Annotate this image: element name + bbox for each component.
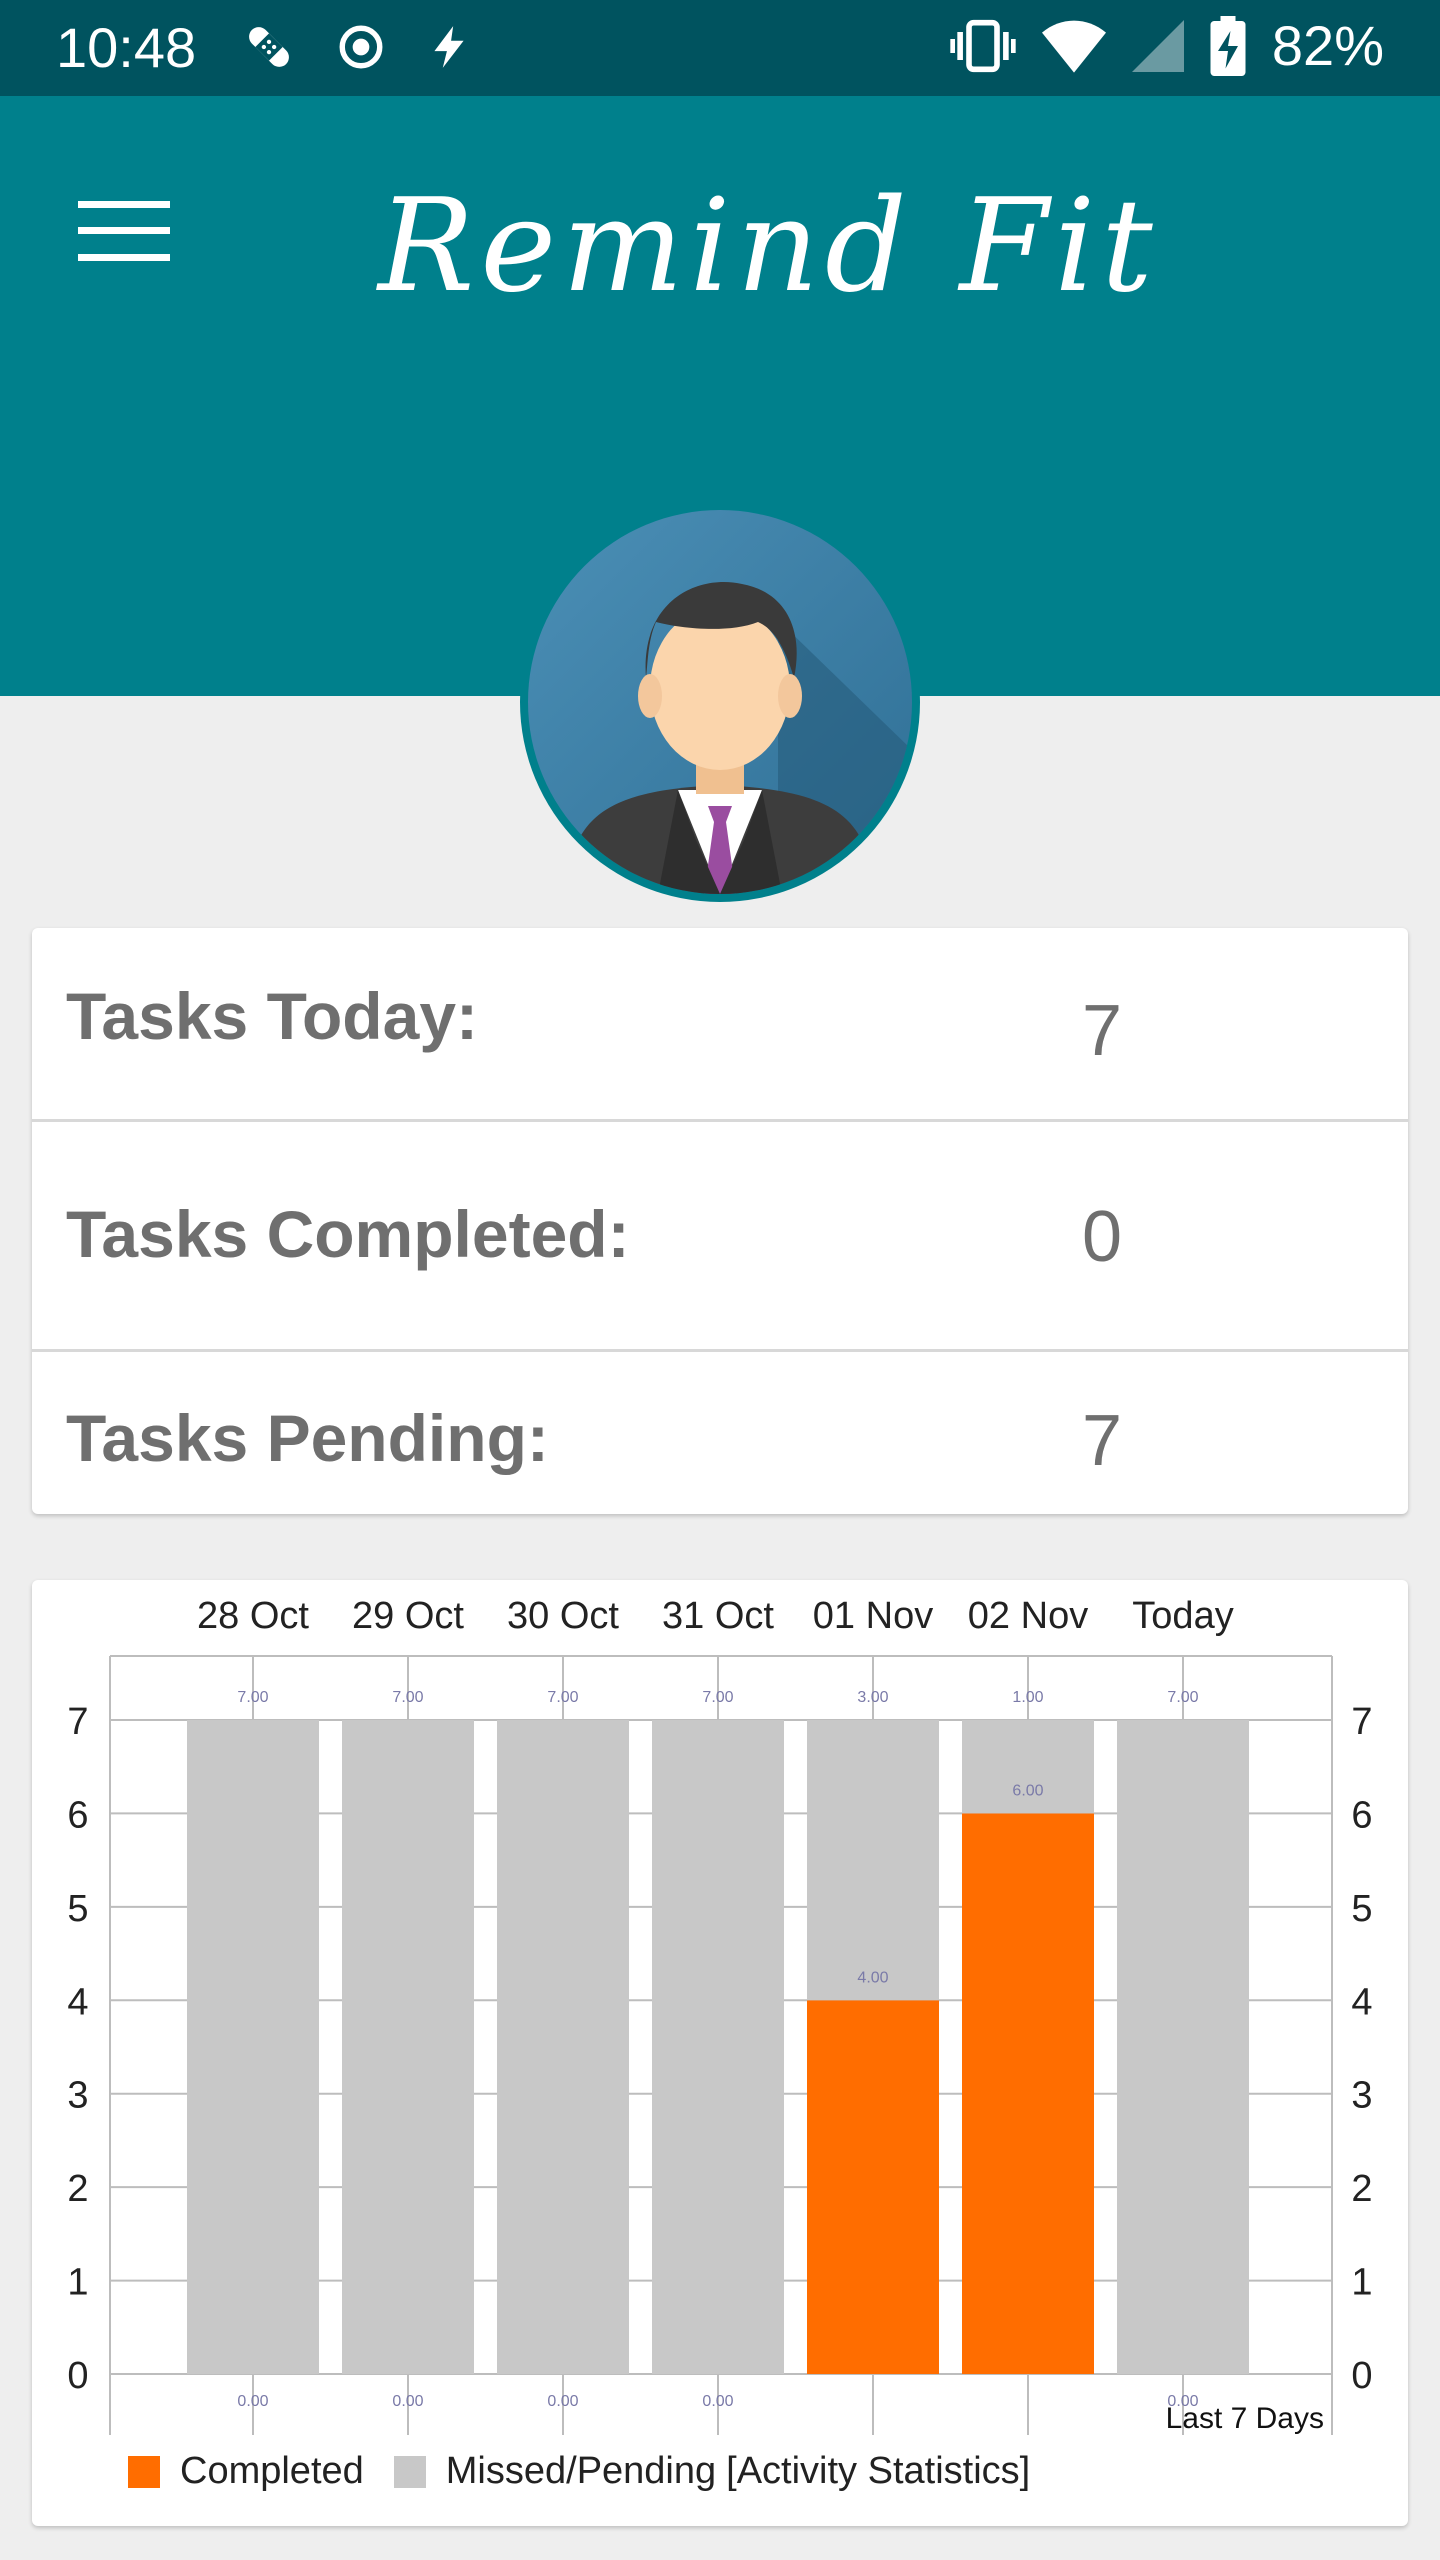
activity-chart-card[interactable]: 0 0 1 1 2 2 3 3 4 4 5 5 6 6 7 7 0.00 7.00 28 Oct 0.00 7.00 29… [32,1580,1408,2526]
y-tick-label-right: 0 [1351,2355,1372,2397]
chart-description: Last 7 Days [1166,2402,1324,2435]
tasks-pending-value: 7 [1081,1401,1123,1481]
y-tick-label-left: 4 [67,1981,88,2023]
bar-missed [497,1720,629,2374]
bar-value-label-missed: 7.00 [392,1689,423,1706]
y-tick-label-left: 2 [67,2168,88,2210]
bar-value-label-missed: 7.00 [547,1689,578,1706]
legend-label-missed: Missed/Pending [445,2450,717,2492]
notification-icons [240,18,474,76]
wifi-icon [1041,20,1106,73]
tasks-today-label: Tasks Today: [66,979,479,1053]
y-tick-label-left: 5 [67,1888,88,1930]
y-tick-label-right: 6 [1351,1794,1372,1836]
bar-missed [1117,1720,1249,2374]
bar-completed [807,2000,939,2374]
battery-charging-icon [1210,16,1246,76]
tasks-completed-label: Tasks Completed: [66,1197,630,1271]
bar-value-label-missed: 7.00 [702,1689,733,1706]
x-tick-label: Today [1132,1595,1233,1637]
bar-value-label-missed: 3.00 [857,1689,888,1706]
bandage-icon [249,27,289,67]
y-tick-label-right: 7 [1351,1701,1372,1743]
bar-completed [962,1813,1094,2374]
activity-bar-chart[interactable]: 0 0 1 1 2 2 3 3 4 4 5 5 6 6 7 7 0.00 7.00 28 Oct 0.00 7.00 29… [32,1580,1408,2526]
x-tick-label: 28 Oct [197,1595,309,1637]
bar-value-label-completed: 0.00 [547,2393,578,2410]
bar-missed [652,1720,784,2374]
y-tick-label-right: 2 [1351,2168,1372,2210]
status-time: 10:48 [56,16,197,79]
chart-legend: Completed Missed/Pending [Activity Stati… [128,2450,1060,2493]
flash-icon [434,26,464,68]
battery-percent: 82% [1271,14,1384,77]
bar-value-label-missed: 7.00 [237,1689,268,1706]
y-tick-label-right: 1 [1351,2262,1372,2304]
y-tick-label-right: 5 [1351,1888,1372,1930]
tasks-pending-label: Tasks Pending: [66,1401,549,1475]
stat-row-pending: Tasks Pending: 7 [32,1354,1408,1514]
x-tick-label: 30 Oct [507,1595,619,1637]
bar-value-label-missed: 7.00 [1167,1689,1198,1706]
bar-value-label-completed: 0.00 [237,2393,268,2410]
y-tick-label-left: 6 [67,1794,88,1836]
bar-missed [342,1720,474,2374]
y-tick-label-left: 7 [67,1701,88,1743]
status-bar: 10:48 82% [0,0,1440,96]
vibrate-icon [950,19,1016,73]
tasks-today-value: 7 [1081,991,1123,1071]
hamburger-menu-icon [78,201,170,261]
y-tick-label-left: 0 [67,2355,88,2397]
bar-missed [187,1720,319,2374]
app-title: Remind Fit [378,172,1159,321]
y-tick-label-left: 1 [67,2262,88,2304]
bar-missed [807,1720,939,2001]
legend-chart-title: [Activity Statistics] [726,2450,1031,2492]
stat-row-today: Tasks Today: 7 [32,928,1408,1122]
radio-button-icon [339,25,383,69]
bar-value-label-completed: 6.00 [1012,1782,1043,1799]
x-tick-label: 31 Oct [662,1595,774,1637]
legend-item-completed: Completed [128,2450,364,2493]
avatar[interactable] [520,502,920,902]
tasks-completed-value: 0 [1081,1197,1123,1277]
legend-swatch-missed [393,2455,426,2488]
menu-button[interactable] [64,176,184,286]
legend-label-completed: Completed [180,2450,364,2492]
bar-value-label-completed: 0.00 [392,2393,423,2410]
bar-value-label-completed: 0.00 [702,2393,733,2410]
stat-row-completed: Tasks Completed: 0 [32,1124,1408,1352]
system-icons: 82% [950,14,1384,78]
legend-swatch-completed [128,2455,160,2488]
bar-value-label-completed: 4.00 [857,1969,888,1986]
task-stats-card: Tasks Today: 7 Tasks Completed: 0 Tasks … [32,928,1408,1514]
y-tick-label-left: 3 [67,2075,88,2117]
y-tick-label-right: 4 [1351,1981,1372,2023]
cell-signal-icon [1131,20,1184,72]
x-tick-label: 01 Nov [813,1595,933,1637]
y-tick-label-right: 3 [1351,2075,1372,2117]
bar-value-label-missed: 1.00 [1012,1689,1043,1706]
x-tick-label: 29 Oct [352,1595,464,1637]
user-avatar-icon [528,510,912,894]
legend-item-missed: Missed/Pending [Activity Statistics] [393,2450,1031,2493]
x-tick-label: 02 Nov [968,1595,1088,1637]
